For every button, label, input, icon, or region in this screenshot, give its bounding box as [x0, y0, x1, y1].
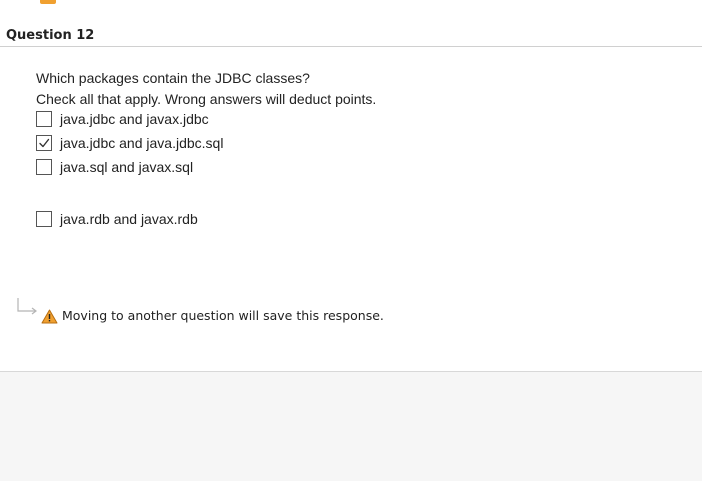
checkbox-option-2[interactable] [36, 135, 52, 151]
warning-icon [41, 309, 58, 324]
answer-option-2[interactable]: java.jdbc and java.jdbc.sql [36, 133, 223, 153]
option-label: java.sql and javax.sql [60, 159, 194, 175]
prompt-line-2: Check all that apply. Wrong answers will… [36, 91, 377, 107]
checkbox-option-3[interactable] [36, 159, 52, 175]
warning-icon-cropped [40, 0, 56, 4]
checkmark-icon [39, 138, 50, 148]
option-label: java.rdb and javax.rdb [60, 211, 198, 227]
hint-text: Moving to another question will save thi… [62, 308, 384, 323]
question-header: Question 12 [0, 26, 702, 47]
option-label: java.jdbc and java.jdbc.sql [60, 135, 224, 151]
footer-area [0, 371, 702, 481]
question-title: Question 12 [6, 28, 95, 43]
checkbox-option-4[interactable] [36, 211, 52, 227]
checkbox-option-1[interactable] [36, 111, 52, 127]
answer-option-1[interactable]: java.jdbc and javax.jdbc [36, 109, 209, 129]
quiz-page: Question 12 Which packages contain the J… [0, 0, 702, 481]
question-prompt: Which packages contain the JDBC classes?… [36, 68, 676, 110]
option-label: java.jdbc and javax.jdbc [60, 111, 209, 127]
answer-option-3[interactable]: java.sql and javax.sql [36, 157, 193, 177]
answer-option-4[interactable]: java.rdb and javax.rdb [36, 209, 198, 229]
return-arrow-icon [17, 298, 37, 315]
prompt-line-1: Which packages contain the JDBC classes? [36, 70, 310, 86]
previous-question-remnant [0, 0, 702, 6]
